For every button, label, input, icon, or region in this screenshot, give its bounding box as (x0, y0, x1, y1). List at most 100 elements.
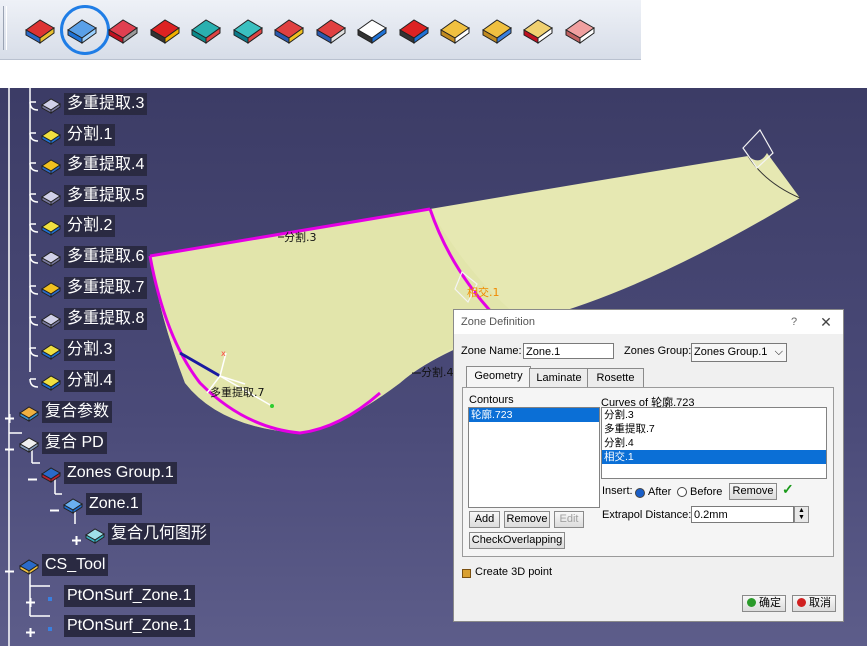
list-item[interactable]: 分割.3 (602, 408, 826, 422)
extrapol-distance-label: Extrapol Distance: (602, 509, 692, 521)
tree-node[interactable]: 分割.1 (40, 122, 116, 148)
multi-extract-flag-icon (41, 159, 61, 175)
zones-group-icon (41, 467, 61, 483)
expand-icon[interactable] (5, 408, 14, 423)
tree-node[interactable]: 分割.2 (40, 213, 116, 239)
red-wedge-icon[interactable] (520, 10, 556, 46)
red-slab-icon[interactable] (105, 10, 141, 46)
after-radio[interactable] (635, 488, 645, 498)
tree-node[interactable]: 复合 PD (18, 430, 107, 456)
cancel-icon (797, 598, 806, 607)
composites-pd-icon (19, 437, 39, 453)
tree-node[interactable]: 多重提取.6 (40, 244, 148, 270)
list-item[interactable]: 轮廓.723 (469, 408, 599, 422)
collapse-icon[interactable] (5, 439, 14, 451)
tree-node-label: 分割.3 (64, 339, 116, 361)
ply-stack-icon[interactable] (437, 10, 473, 46)
tree-node[interactable]: PtOnSurf_Zone.1 (40, 613, 195, 639)
tree-node[interactable]: 多重提取.4 (40, 152, 148, 178)
dialog-titlebar[interactable]: Zone Definition ? ✕ (454, 310, 843, 334)
flag-extract-icon[interactable] (313, 10, 349, 46)
help-button[interactable]: ? (779, 316, 809, 328)
tree-node[interactable]: 分割.4 (40, 368, 116, 394)
workbench-toolbar (0, 0, 641, 60)
tree-node[interactable]: 多重提取.8 (40, 306, 148, 332)
collapse-icon[interactable] (50, 500, 59, 512)
tree-node[interactable]: CS_Tool (18, 552, 109, 578)
close-button[interactable]: ✕ (809, 314, 843, 331)
green-surface-icon[interactable] (188, 10, 224, 46)
transfer-red-icon[interactable] (396, 10, 432, 46)
ok-button[interactable]: 确定 (742, 595, 786, 612)
tab-laminate[interactable]: Laminate (529, 368, 589, 388)
split-icon (41, 220, 61, 236)
tree-node[interactable]: 多重提取.7 (40, 275, 148, 301)
cancel-label: 取消 (809, 597, 831, 609)
zone-definition-icon[interactable] (64, 10, 100, 46)
expand-icon[interactable] (26, 622, 35, 637)
tree-node[interactable]: Zone.1 (62, 491, 142, 517)
expand-icon[interactable] (26, 592, 35, 607)
after-radio-label: After (648, 486, 672, 498)
list-item[interactable]: 相交.1 (602, 450, 826, 464)
split-arrow-icon[interactable] (147, 10, 183, 46)
tree-node-label: CS_Tool (42, 554, 109, 576)
edit-button[interactable]: Edit (554, 511, 584, 528)
contours-list[interactable]: 轮廓.723 (468, 407, 600, 508)
list-item[interactable]: 分割.4 (602, 436, 826, 450)
tree-node[interactable]: Zones Group.1 (40, 460, 177, 486)
toolbar-grip[interactable] (3, 6, 7, 50)
transfer-white-icon[interactable] (354, 10, 390, 46)
tab-geometry[interactable]: Geometry (466, 366, 531, 388)
contours-label: Contours (469, 394, 514, 406)
multi-extract-icon (41, 313, 61, 329)
tree-node[interactable]: 多重提取.3 (40, 91, 148, 117)
tree-node-label: PtOnSurf_Zone.1 (64, 615, 195, 637)
split-icon (41, 375, 61, 391)
tree-node[interactable]: 复合几何图形 (84, 521, 211, 547)
before-radio[interactable] (677, 487, 687, 497)
pink-layers-icon[interactable] (562, 10, 598, 46)
zone-name-label: Zone Name: (461, 345, 522, 357)
zone-name-input[interactable]: Zone.1 (523, 343, 614, 359)
remove-curve-button[interactable]: Remove (729, 483, 777, 500)
teal-surface-icon[interactable] (230, 10, 266, 46)
list-item[interactable]: 多重提取.7 (602, 422, 826, 436)
scan-extract-icon[interactable] (271, 10, 307, 46)
collapse-icon[interactable] (28, 469, 37, 481)
split-icon (41, 129, 61, 145)
ply-stack-blue-icon[interactable] (479, 10, 515, 46)
remove-contour-button[interactable]: Remove (504, 511, 550, 528)
tree-node-label: 分割.1 (64, 124, 116, 146)
create-3d-point-checkbox[interactable] (462, 569, 471, 578)
label-intersect1: 相交.1 (467, 285, 500, 299)
label-split4: 分割.4 (421, 365, 454, 379)
extrapol-distance-input[interactable]: 0.2mm (691, 506, 794, 523)
zone-definition-dialog: Zone Definition ? ✕ Zone Name: Zone.1 Zo… (453, 309, 844, 622)
check-overlapping-button[interactable]: CheckOverlapping (469, 532, 565, 549)
tree-node[interactable]: PtOnSurf_Zone.1 (40, 583, 195, 609)
tree-node[interactable]: 复合参数 (18, 399, 113, 425)
chevron-down-icon: ⌵ (774, 346, 783, 358)
collapse-icon[interactable] (5, 561, 14, 573)
zones-group-value: Zones Group.1 (694, 346, 768, 358)
tree-node[interactable]: 分割.3 (40, 337, 116, 363)
zones-group-select[interactable]: Zones Group.1 ⌵ (691, 343, 787, 362)
stacking-cube-icon[interactable] (22, 10, 58, 46)
tree-node-label: Zone.1 (86, 493, 142, 515)
split-icon (41, 344, 61, 360)
zones-group-label: Zones Group: (624, 345, 692, 357)
create-3d-point-label: Create 3D point (475, 566, 553, 578)
tree-node[interactable]: 多重提取.5 (40, 183, 148, 209)
checkmark-icon[interactable]: ✓ (782, 481, 794, 498)
extrapol-spinner[interactable]: ▲ ▼ (794, 506, 809, 523)
expand-icon[interactable] (72, 530, 81, 545)
tree-node-label: 多重提取.8 (64, 308, 148, 330)
tree-node-label: PtOnSurf_Zone.1 (64, 585, 195, 607)
zone-icon (63, 498, 83, 514)
tab-rosette[interactable]: Rosette (587, 368, 644, 388)
cancel-button[interactable]: 取消 (792, 595, 836, 612)
add-button[interactable]: Add (469, 511, 500, 528)
curves-list[interactable]: 分割.3 多重提取.7 分割.4 相交.1 (601, 407, 827, 479)
tree-node-label: 多重提取.6 (64, 246, 148, 268)
